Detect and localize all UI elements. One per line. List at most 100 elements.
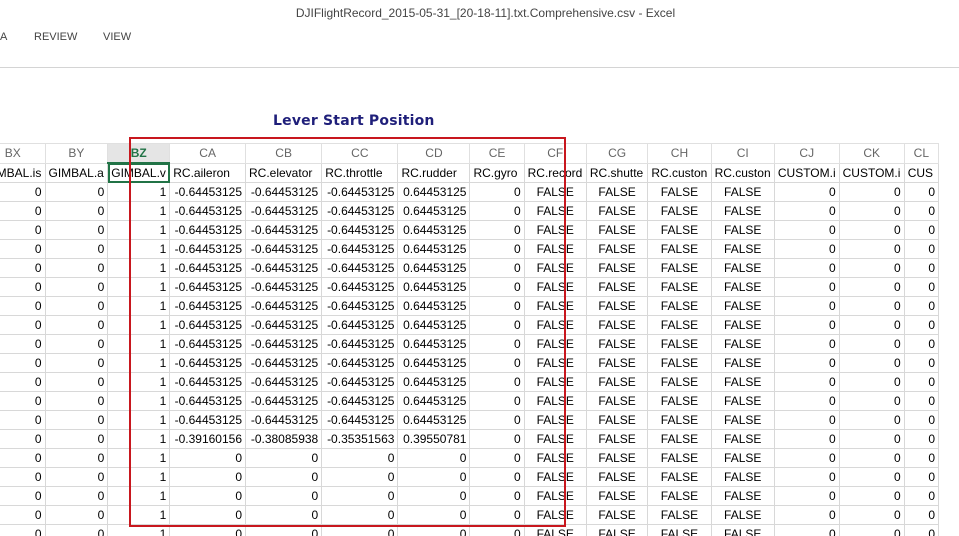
cell-cg[interactable]: FALSE [585, 372, 649, 392]
cell-cf[interactable]: FALSE [523, 220, 587, 240]
cell-ch[interactable]: FALSE [647, 296, 712, 316]
cell-cd[interactable]: 0.39550781 [397, 429, 471, 449]
cell-ce[interactable]: 0 [469, 315, 525, 335]
cell-bx[interactable]: 0 [0, 505, 46, 525]
cell-ch[interactable]: FALSE [647, 258, 712, 278]
header-cell-ca[interactable]: RC.aileron [169, 162, 246, 183]
cell-bx[interactable]: 0 [0, 467, 46, 487]
cell-ci[interactable]: FALSE [710, 315, 775, 335]
cell-ck[interactable]: 0 [838, 239, 905, 259]
cell-bx[interactable]: 0 [0, 524, 46, 536]
cell-cl[interactable]: 0 [903, 182, 940, 202]
cell-ca[interactable]: 0 [169, 486, 246, 506]
cell-cf[interactable]: FALSE [523, 391, 587, 411]
cell-cj[interactable]: 0 [773, 182, 840, 202]
cell-ca[interactable]: -0.64453125 [169, 391, 246, 411]
cell-ce[interactable]: 0 [469, 258, 525, 278]
cell-bz[interactable]: 1 [107, 277, 171, 297]
cell-ch[interactable]: FALSE [647, 391, 712, 411]
cell-cc[interactable]: -0.64453125 [321, 391, 399, 411]
cell-cd[interactable]: 0.64453125 [397, 410, 471, 430]
cell-ck[interactable]: 0 [838, 372, 905, 392]
cell-cl[interactable]: 0 [903, 372, 940, 392]
cell-ci[interactable]: FALSE [710, 505, 775, 525]
cell-ck[interactable]: 0 [838, 201, 905, 221]
header-cell-ci[interactable]: RC.custon [710, 162, 775, 183]
cell-cc[interactable]: -0.64453125 [321, 201, 399, 221]
cell-ci[interactable]: FALSE [710, 277, 775, 297]
cell-by[interactable]: 0 [44, 372, 109, 392]
cell-cg[interactable]: FALSE [585, 391, 649, 411]
cell-by[interactable]: 0 [44, 315, 109, 335]
header-cell-bx[interactable]: GIMBAL.is [0, 162, 46, 183]
header-cell-cd[interactable]: RC.rudder [397, 162, 471, 183]
cell-cc[interactable]: 0 [321, 524, 399, 536]
cell-by[interactable]: 0 [44, 277, 109, 297]
cell-by[interactable]: 0 [44, 505, 109, 525]
cell-ce[interactable]: 0 [469, 239, 525, 259]
cell-ce[interactable]: 0 [469, 296, 525, 316]
cell-cf[interactable]: FALSE [523, 296, 587, 316]
cell-cf[interactable]: FALSE [523, 410, 587, 430]
cell-ca[interactable]: -0.64453125 [169, 372, 246, 392]
cell-bx[interactable]: 0 [0, 353, 46, 373]
cell-cl[interactable]: 0 [903, 220, 940, 240]
cell-bz[interactable]: 1 [107, 220, 171, 240]
column-header-cj[interactable]: CJ [773, 143, 840, 164]
cell-cd[interactable]: 0 [397, 505, 471, 525]
cell-ck[interactable]: 0 [838, 315, 905, 335]
column-header-bx[interactable]: BX [0, 143, 46, 164]
cell-cc[interactable]: 0 [321, 486, 399, 506]
cell-ch[interactable]: FALSE [647, 372, 712, 392]
cell-by[interactable]: 0 [44, 239, 109, 259]
cell-ck[interactable]: 0 [838, 391, 905, 411]
cell-ch[interactable]: FALSE [647, 505, 712, 525]
cell-cc[interactable]: -0.64453125 [321, 258, 399, 278]
cell-cb[interactable]: 0 [244, 467, 323, 487]
tab-data[interactable]: A [0, 31, 7, 43]
cell-ch[interactable]: FALSE [647, 201, 712, 221]
cell-ck[interactable]: 0 [838, 258, 905, 278]
cell-ch[interactable]: FALSE [647, 239, 712, 259]
column-header-ci[interactable]: CI [710, 143, 775, 164]
cell-ca[interactable]: 0 [169, 467, 246, 487]
cell-cd[interactable]: 0.64453125 [397, 334, 471, 354]
cell-bz[interactable]: 1 [107, 315, 171, 335]
cell-ch[interactable]: FALSE [647, 182, 712, 202]
cell-ck[interactable]: 0 [838, 410, 905, 430]
cell-cl[interactable]: 0 [903, 505, 940, 525]
header-cell-ch[interactable]: RC.custon [647, 162, 712, 183]
cell-bx[interactable]: 0 [0, 429, 46, 449]
cell-cd[interactable]: 0.64453125 [397, 277, 471, 297]
cell-ce[interactable]: 0 [469, 410, 525, 430]
column-header-ce[interactable]: CE [469, 143, 525, 164]
cell-cj[interactable]: 0 [773, 467, 840, 487]
cell-cb[interactable]: -0.64453125 [244, 315, 323, 335]
column-header-ch[interactable]: CH [647, 143, 712, 164]
cell-bz[interactable]: 1 [107, 429, 171, 449]
column-header-cc[interactable]: CC [321, 143, 399, 164]
cell-cd[interactable]: 0.64453125 [397, 315, 471, 335]
cell-ca[interactable]: -0.64453125 [169, 315, 246, 335]
cell-bx[interactable]: 0 [0, 410, 46, 430]
cell-cd[interactable]: 0.64453125 [397, 201, 471, 221]
cell-bx[interactable]: 0 [0, 201, 46, 221]
cell-cl[interactable]: 0 [903, 239, 940, 259]
cell-cf[interactable]: FALSE [523, 467, 587, 487]
cell-cc[interactable]: -0.64453125 [321, 410, 399, 430]
cell-cg[interactable]: FALSE [585, 467, 649, 487]
cell-ch[interactable]: FALSE [647, 429, 712, 449]
cell-ce[interactable]: 0 [469, 220, 525, 240]
cell-bz[interactable]: 1 [107, 182, 171, 202]
cell-cg[interactable]: FALSE [585, 296, 649, 316]
cell-cg[interactable]: FALSE [585, 353, 649, 373]
cell-by[interactable]: 0 [44, 201, 109, 221]
cell-ca[interactable]: 0 [169, 524, 246, 536]
cell-ca[interactable]: -0.64453125 [169, 353, 246, 373]
cell-cd[interactable]: 0 [397, 524, 471, 536]
cell-cb[interactable]: -0.64453125 [244, 277, 323, 297]
cell-cg[interactable]: FALSE [585, 277, 649, 297]
cell-ca[interactable]: -0.64453125 [169, 220, 246, 240]
cell-cl[interactable]: 0 [903, 334, 940, 354]
cell-ck[interactable]: 0 [838, 182, 905, 202]
